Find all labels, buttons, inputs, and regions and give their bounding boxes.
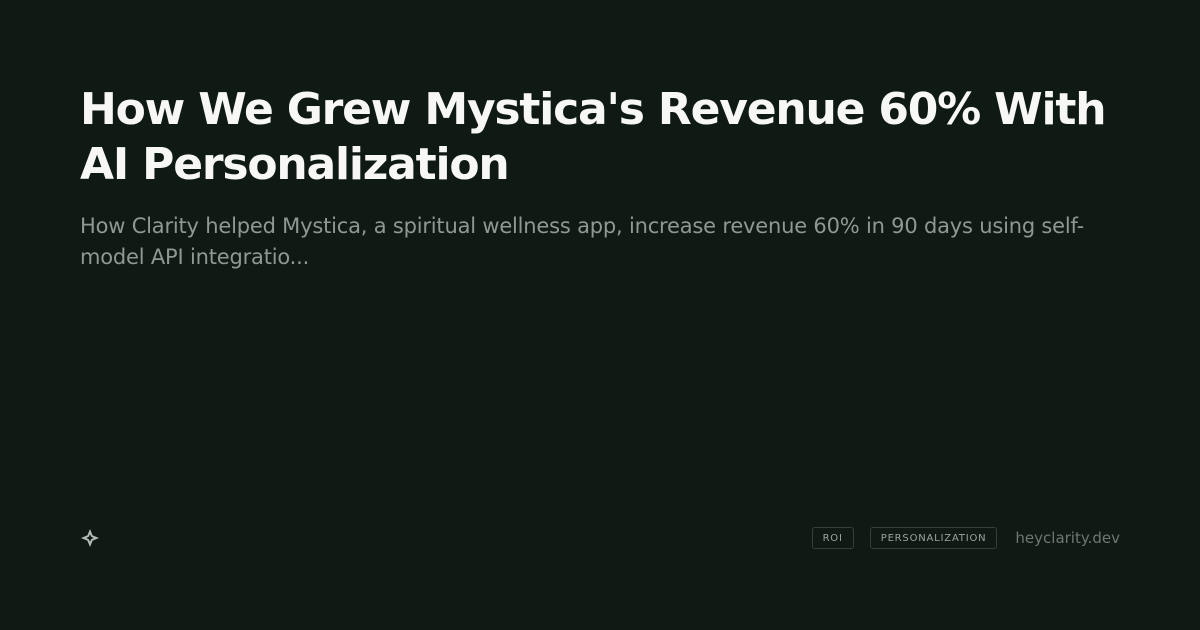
card-meta: ROI PERSONALIZATION heyclarity.dev [811, 527, 1120, 549]
page-title: How We Grew Mystica's Revenue 60% With A… [80, 84, 1107, 190]
page-subtitle: How Clarity helped Mystica, a spiritual … [80, 214, 1084, 269]
site-domain: heyclarity.dev [1015, 529, 1120, 547]
tag-roi: ROI [811, 527, 854, 549]
og-card: How We Grew Mystica's Revenue 60% With A… [0, 0, 1200, 630]
tag-personalization: PERSONALIZATION [869, 527, 998, 549]
card-footer: ROI PERSONALIZATION heyclarity.dev [80, 526, 1120, 550]
sparkle-star-icon [80, 528, 100, 548]
